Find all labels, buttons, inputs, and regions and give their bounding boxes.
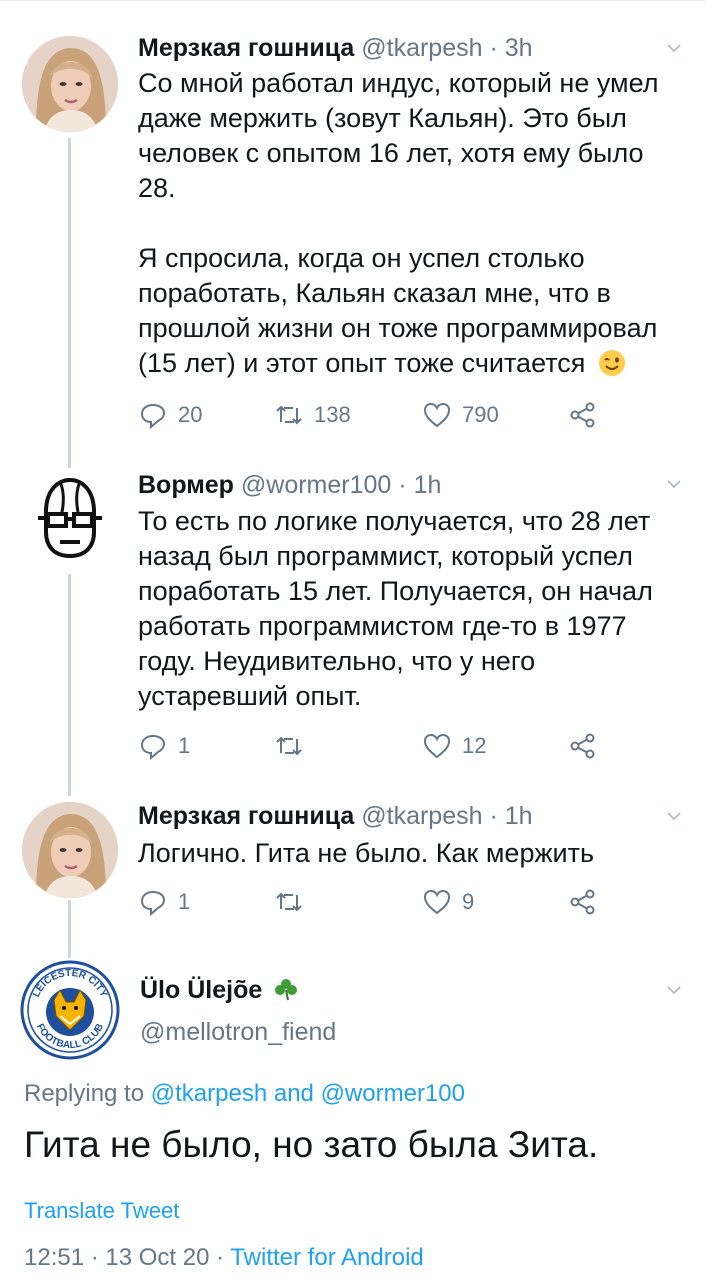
share-button[interactable] (568, 731, 598, 761)
tweet-header: Вормер @wormer100 · 1h (138, 471, 441, 500)
tweet-paragraph: То есть по логике получается, что 28 лет… (138, 506, 653, 711)
reply-count: 1 (178, 733, 191, 758)
chevron-down-icon[interactable] (666, 40, 682, 56)
user-handle[interactable]: @tkarpesh (361, 802, 482, 830)
user-handle[interactable]: @tkarpesh (361, 34, 482, 62)
tweet-timestamp: 12:51 · 13 Oct 20 · Twitter for Android (24, 1244, 424, 1272)
avatar[interactable] (22, 472, 118, 568)
avatar[interactable] (22, 36, 118, 132)
tweet-actions: 1 12 (138, 731, 608, 765)
reply-icon (140, 403, 166, 430)
replying-user-link[interactable]: @wormer100 (321, 1080, 465, 1107)
chevron-down-icon[interactable] (666, 808, 682, 824)
translate-link[interactable]: Translate Tweet (24, 1198, 179, 1224)
tweet-paragraph: Со мной работал индус, который не умел д… (138, 68, 659, 203)
main-tweet-handle[interactable]: @mellotron_fiend (140, 1018, 336, 1047)
user-name[interactable]: Ülo Ülejõe (140, 976, 262, 1004)
tweet-time[interactable]: 3h (505, 34, 533, 62)
replying-and: and (273, 1080, 314, 1107)
client-link[interactable]: Twitter for Android (230, 1244, 423, 1271)
share-button[interactable] (568, 400, 598, 430)
wink-emoji-icon (598, 350, 625, 376)
tweet-time[interactable]: 1h (414, 471, 442, 499)
share-button[interactable] (568, 887, 598, 917)
top-divider (0, 0, 706, 1)
user-name[interactable]: Мерзкая гошница (138, 34, 354, 62)
avatar[interactable] (22, 802, 118, 898)
like-button[interactable]: 9 (422, 887, 474, 917)
tweet-paragraph: Логично. Гита не было. Как мержить (138, 838, 595, 868)
avatar[interactable]: LEICESTER CITY FOOTBALL CLUB (20, 960, 120, 1060)
reply-count: 20 (178, 402, 203, 427)
like-button[interactable]: 12 (422, 731, 486, 761)
thread-line (68, 900, 71, 958)
timestamp-text: 12:51 · 13 Oct 20 · (24, 1244, 231, 1271)
heart-icon (423, 402, 451, 428)
tweet-header: Мерзкая гошница @tkarpesh · 3h (138, 34, 533, 63)
retweet-icon (276, 736, 302, 756)
retweet-count: 138 (314, 402, 351, 427)
user-handle[interactable]: @wormer100 (241, 471, 391, 499)
thread-line (68, 574, 71, 796)
like-count: 790 (462, 402, 499, 427)
reply-button[interactable]: 1 (138, 887, 190, 917)
tweet-text: Со мной работал индус, который не умел д… (138, 66, 678, 381)
like-button[interactable]: 790 (422, 400, 499, 430)
heart-icon (423, 733, 451, 759)
reply-button[interactable]: 20 (138, 400, 202, 430)
retweet-button[interactable] (274, 887, 314, 917)
chevron-down-icon[interactable] (666, 476, 682, 492)
tweet-actions: 1 9 (138, 887, 608, 921)
main-tweet-text: Гита не было, но зато была Зита. (24, 1124, 599, 1165)
share-icon (570, 889, 595, 915)
meta-separator: · (489, 34, 498, 62)
share-icon (570, 402, 595, 428)
user-name[interactable]: Вормер (138, 471, 234, 499)
chevron-down-icon[interactable] (666, 982, 682, 998)
tweet-paragraph: Я спросила, когда он успел столько пораб… (138, 241, 678, 381)
heart-icon (423, 889, 451, 915)
meta-separator: · (489, 802, 498, 830)
reply-count: 1 (178, 889, 191, 914)
shamrock-icon (275, 979, 298, 1001)
tweet-text: Логично. Гита не было. Как мержить (138, 836, 678, 871)
tweet-text: То есть по логике получается, что 28 лет… (138, 504, 678, 714)
tweet-actions: 20 138 790 (138, 400, 608, 434)
main-tweet-name[interactable]: Ülo Ülejõe (140, 976, 299, 1005)
meta-separator: · (398, 471, 407, 499)
user-name[interactable]: Мерзкая гошница (138, 802, 354, 830)
tweet-paragraph-text: Я спросила, когда он успел столько пораб… (138, 243, 658, 378)
retweet-icon (276, 892, 302, 912)
replying-prefix: Replying to (24, 1080, 145, 1107)
replying-to: Replying to @tkarpesh and @wormer100 (24, 1080, 465, 1108)
tweet-time[interactable]: 1h (505, 802, 533, 830)
like-count: 12 (462, 733, 487, 758)
like-count: 9 (462, 889, 475, 914)
retweet-button[interactable]: 138 (274, 400, 351, 430)
thread-line (68, 138, 71, 468)
retweet-button[interactable] (274, 731, 314, 761)
retweet-icon (276, 405, 302, 425)
reply-icon (140, 734, 166, 761)
reply-icon (140, 890, 166, 917)
reply-button[interactable]: 1 (138, 731, 190, 761)
tweet-header: Мерзкая гошница @tkarpesh · 1h (138, 802, 533, 831)
replying-user-link[interactable]: @tkarpesh (151, 1080, 267, 1107)
share-icon (570, 733, 595, 759)
